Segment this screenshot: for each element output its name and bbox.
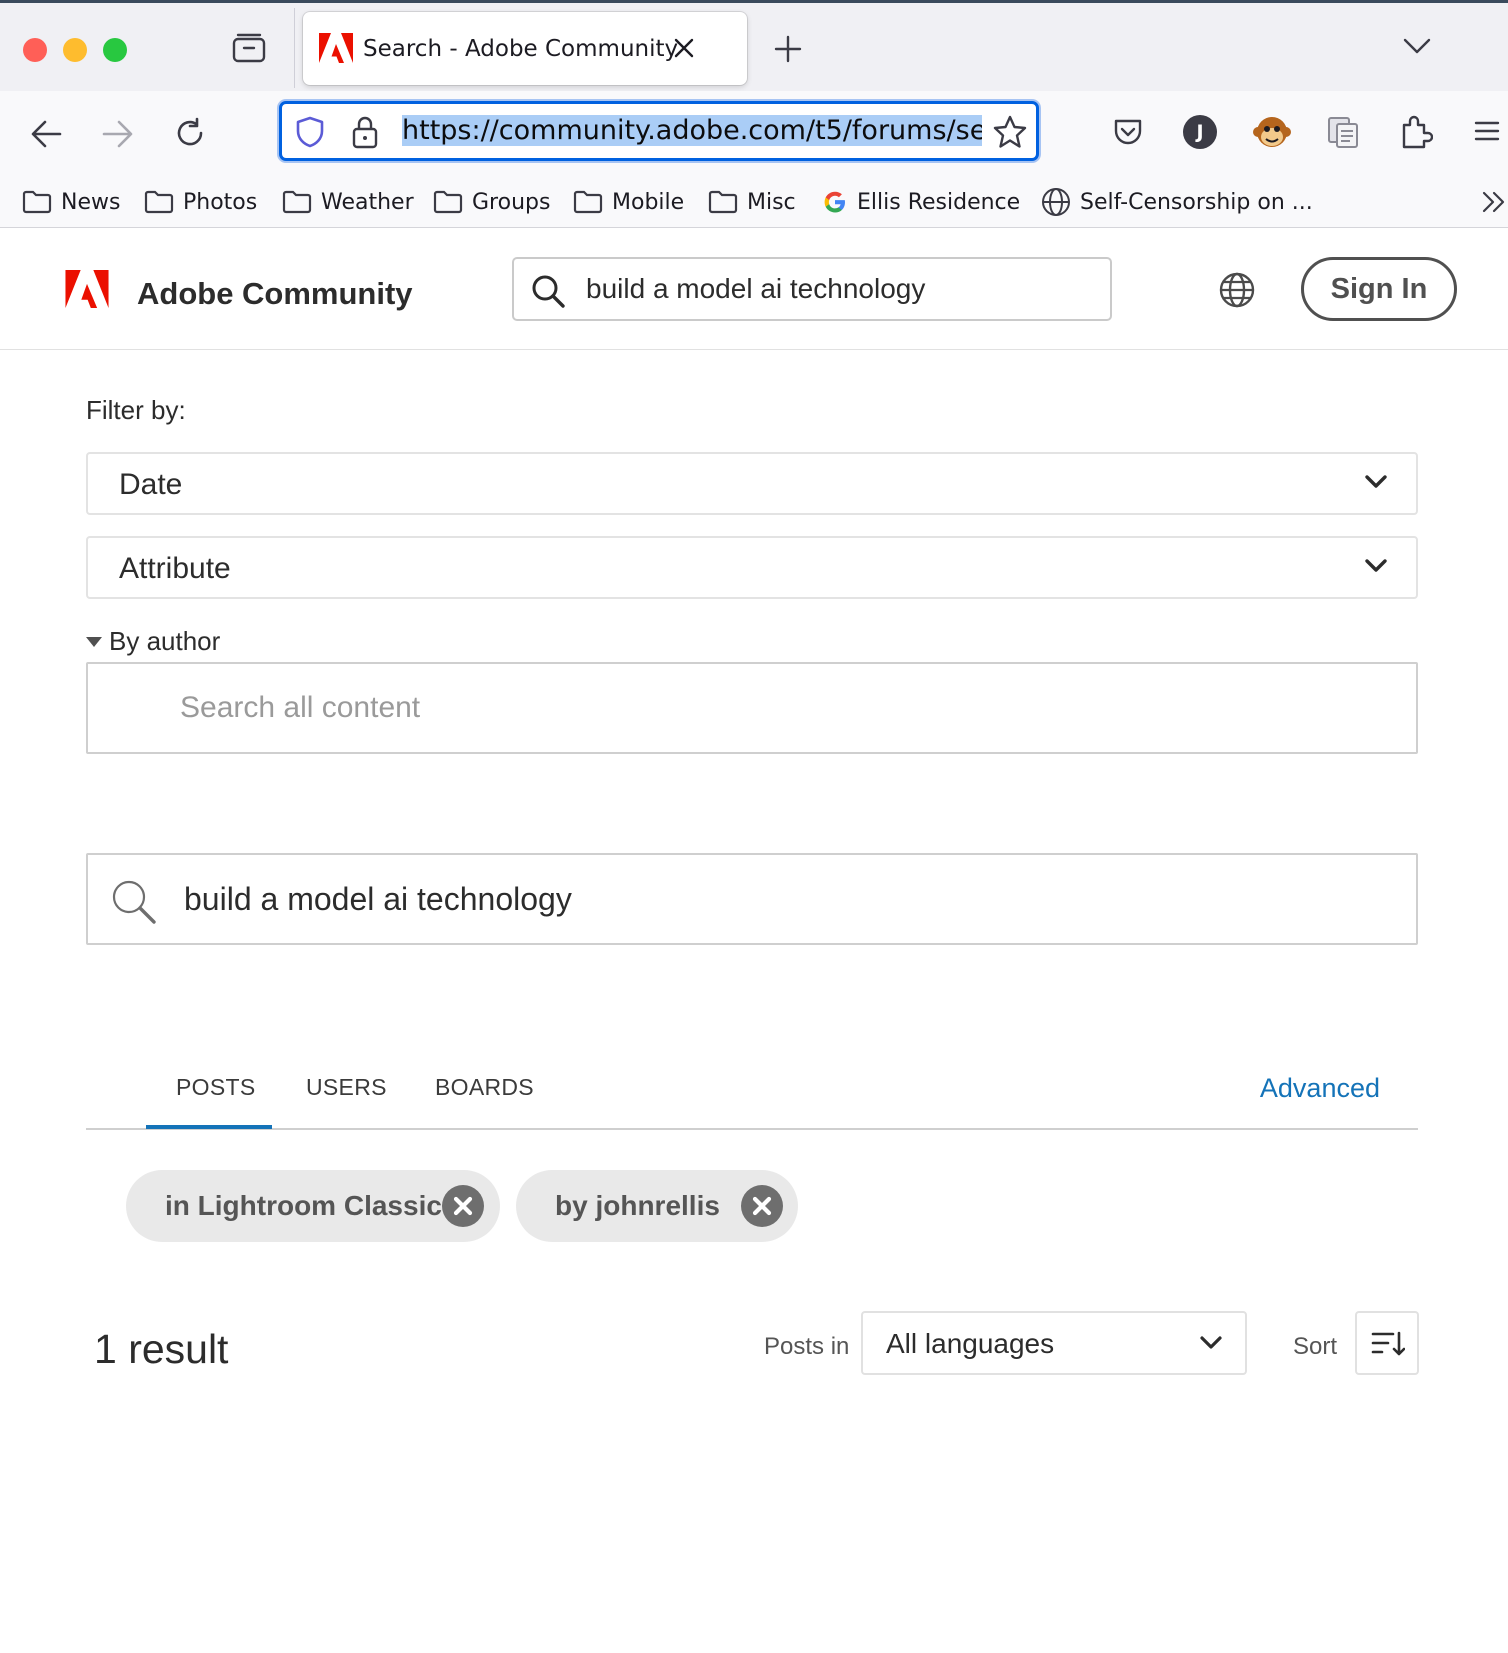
- folder-icon: [573, 190, 603, 214]
- tab-overview-icon[interactable]: [232, 33, 266, 63]
- sort-button[interactable]: [1355, 1311, 1419, 1375]
- bookmark-folder-photos[interactable]: Photos: [144, 186, 257, 218]
- search-icon: [530, 273, 566, 309]
- monkey-extension-icon[interactable]: [1252, 112, 1292, 152]
- globe-icon: [1042, 188, 1070, 216]
- header-search-box[interactable]: [512, 257, 1112, 321]
- tab-title: Search - Adobe Community: [363, 36, 679, 62]
- language-globe-icon[interactable]: [1219, 272, 1255, 308]
- bookmark-star-icon[interactable]: [993, 115, 1027, 149]
- attribute-filter-accordion[interactable]: Attribute: [86, 536, 1418, 599]
- list-all-tabs-chevron-down-icon[interactable]: [1403, 37, 1431, 55]
- bookmarks-toolbar: News Photos Weather Groups Mobile Misc E…: [0, 176, 1508, 228]
- bookmark-folder-misc[interactable]: Misc: [708, 186, 796, 218]
- adobe-logo-icon[interactable]: [65, 270, 109, 308]
- author-search-input[interactable]: [86, 662, 1418, 754]
- bookmark-ellis-residence[interactable]: Ellis Residence: [822, 186, 1020, 218]
- main-search-box[interactable]: [86, 853, 1418, 945]
- google-icon: [824, 191, 845, 213]
- search-result-tabs: POSTS USERS BOARDS Advanced: [86, 1050, 1418, 1130]
- reload-icon[interactable]: [174, 117, 206, 149]
- bookmark-folder-mobile[interactable]: Mobile: [573, 186, 684, 218]
- pocket-icon[interactable]: [1112, 116, 1144, 148]
- new-tab-icon[interactable]: [774, 35, 802, 63]
- sort-order-icon: [1371, 1331, 1405, 1357]
- close-tab-icon[interactable]: [673, 37, 695, 59]
- bookmark-folder-news[interactable]: News: [22, 186, 120, 218]
- more-bookmarks-chevron-icon[interactable]: [1481, 190, 1507, 214]
- caret-down-icon: [86, 636, 102, 647]
- bookmark-self-censorship[interactable]: Self-Censorship on ...: [1041, 186, 1313, 218]
- chevron-down-icon: [1199, 1335, 1223, 1351]
- profile-avatar[interactable]: J: [1183, 115, 1217, 149]
- tab-users[interactable]: USERS: [306, 1074, 387, 1101]
- chevron-down-icon: [1364, 558, 1388, 574]
- by-author-label: By author: [109, 626, 221, 656]
- result-count: 1 result: [94, 1326, 229, 1372]
- address-bar[interactable]: https://community.adobe.com/t5/forums/se…: [279, 101, 1039, 161]
- window-close-button[interactable]: [23, 38, 47, 62]
- window-minimize-button[interactable]: [63, 38, 87, 62]
- folder-icon: [708, 190, 738, 214]
- by-author-toggle[interactable]: By author: [86, 626, 220, 657]
- language-select[interactable]: All languages: [861, 1311, 1247, 1375]
- main-search-input[interactable]: [184, 875, 1384, 923]
- remove-filter-close-icon[interactable]: [741, 1185, 783, 1227]
- bookmark-folder-groups[interactable]: Groups: [433, 186, 550, 218]
- url-text[interactable]: https://community.adobe.com/t5/forums/se…: [402, 114, 982, 148]
- folder-icon: [22, 190, 52, 214]
- tab-separator: [294, 8, 295, 88]
- chevron-down-icon: [1364, 474, 1388, 490]
- date-filter-accordion[interactable]: Date: [86, 452, 1418, 515]
- lock-icon[interactable]: [352, 115, 378, 149]
- language-select-value: All languages: [886, 1328, 1055, 1359]
- sign-in-button[interactable]: Sign In: [1301, 257, 1457, 321]
- bookmark-folder-weather[interactable]: Weather: [282, 186, 414, 218]
- remove-filter-close-icon[interactable]: [442, 1185, 484, 1227]
- folder-icon: [282, 190, 312, 214]
- filter-chip-label: by johnrellis: [555, 1190, 720, 1221]
- filter-chip-board: in Lightroom Classic: [126, 1170, 500, 1242]
- folder-icon: [433, 190, 463, 214]
- folder-icon: [144, 190, 174, 214]
- site-brand-title[interactable]: Adobe Community: [137, 276, 413, 312]
- filter-chip-label: in Lightroom Classic: [165, 1190, 442, 1221]
- posts-in-label: Posts in: [764, 1333, 850, 1360]
- active-browser-tab[interactable]: Search - Adobe Community: [303, 12, 747, 85]
- tab-posts[interactable]: POSTS: [176, 1074, 255, 1101]
- active-tab-indicator: [146, 1125, 272, 1129]
- filter-by-label: Filter by:: [86, 395, 186, 425]
- app-menu-hamburger-icon[interactable]: [1474, 120, 1500, 142]
- forward-arrow-icon[interactable]: [102, 119, 134, 149]
- clipboard-extension-icon[interactable]: [1326, 115, 1360, 149]
- search-icon: [109, 877, 157, 925]
- header-search-input[interactable]: [586, 271, 1086, 307]
- advanced-search-link[interactable]: Advanced: [1260, 1073, 1380, 1104]
- tracking-protection-shield-icon[interactable]: [295, 116, 325, 148]
- window-zoom-button[interactable]: [103, 38, 127, 62]
- filter-chip-author: by johnrellis: [516, 1170, 798, 1242]
- tab-boards[interactable]: BOARDS: [435, 1074, 534, 1101]
- back-arrow-icon[interactable]: [30, 119, 62, 149]
- adobe-favicon-icon: [319, 33, 353, 63]
- date-filter-label: Date: [119, 468, 183, 501]
- site-header: Adobe Community Sign In: [0, 229, 1508, 350]
- attribute-filter-label: Attribute: [119, 552, 231, 585]
- sort-label: Sort: [1293, 1333, 1338, 1360]
- extensions-puzzle-icon[interactable]: [1399, 113, 1433, 149]
- browser-tab-strip: Search - Adobe Community: [0, 0, 1508, 91]
